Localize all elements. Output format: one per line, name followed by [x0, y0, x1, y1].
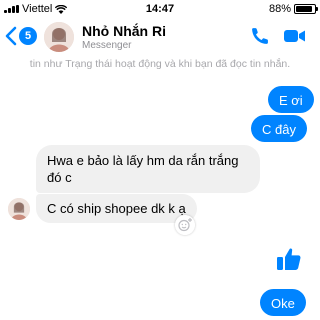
- unread-count-badge: 5: [19, 27, 37, 45]
- thumbs-up-icon[interactable]: [276, 246, 302, 272]
- incoming-message[interactable]: C có ship shopee dk k ạ: [36, 194, 197, 223]
- phone-icon[interactable]: [250, 26, 270, 46]
- status-bar: Viettel 14:47 88%: [0, 0, 320, 18]
- status-right: 88%: [268, 3, 318, 15]
- battery-fill: [296, 6, 312, 12]
- incoming-message[interactable]: Hwa e bảo là lấy hm da rắn trắng đó c: [36, 145, 260, 193]
- avatar[interactable]: [44, 22, 74, 52]
- contact-name: Nhỏ Nhắn Ri: [82, 23, 166, 39]
- back-button[interactable]: 5: [4, 26, 37, 46]
- chevron-left-icon: [5, 26, 17, 46]
- add-reaction-icon[interactable]: [175, 215, 195, 235]
- battery-percent: 88%: [268, 3, 291, 15]
- battery-icon: [294, 4, 318, 14]
- sender-avatar-image: [8, 198, 30, 220]
- outgoing-message[interactable]: E ơi: [268, 86, 314, 113]
- outgoing-message[interactable]: Oke: [260, 289, 306, 316]
- conversation-header: 5 Nhỏ Nhắn Ri Messenger: [0, 18, 320, 60]
- video-call-icon[interactable]: [284, 28, 306, 44]
- sender-avatar[interactable]: [8, 198, 30, 220]
- contact-subtitle: Messenger: [82, 40, 132, 51]
- outgoing-message[interactable]: C đây: [251, 115, 307, 142]
- avatar-image: [44, 22, 74, 52]
- read-status-notice: tin như Trạng thái hoạt động và khi bạn …: [29, 58, 291, 70]
